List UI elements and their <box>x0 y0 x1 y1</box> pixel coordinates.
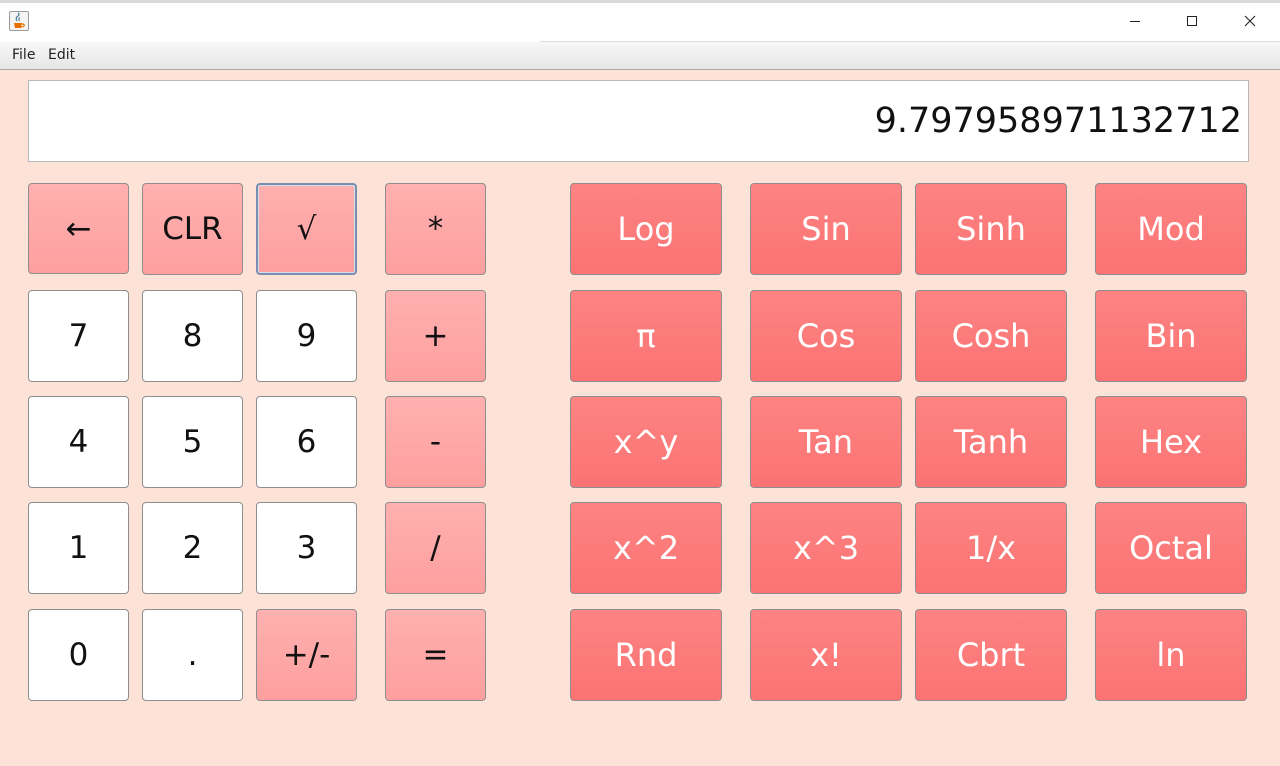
minimize-icon <box>1130 21 1140 22</box>
digit-1-button[interactable]: 1 <box>28 502 129 594</box>
digit-2-button[interactable]: 2 <box>142 502 243 594</box>
pi-button[interactable]: π <box>570 290 722 382</box>
negate-button[interactable]: +/- <box>256 609 357 701</box>
octal-button[interactable]: Octal <box>1095 502 1247 594</box>
hex-button[interactable]: Hex <box>1095 396 1247 488</box>
equals-button[interactable]: = <box>385 609 486 701</box>
sqrt-button[interactable]: √ <box>256 183 357 275</box>
log-button[interactable]: Log <box>570 183 722 275</box>
digit-4-button[interactable]: 4 <box>28 396 129 488</box>
mod-button[interactable]: Mod <box>1095 183 1247 275</box>
random-button[interactable]: Rnd <box>570 609 722 701</box>
maximize-button[interactable] <box>1163 0 1221 42</box>
backspace-button[interactable]: ← <box>28 183 129 274</box>
digit-9-button[interactable]: 9 <box>256 290 357 382</box>
minus-button[interactable]: - <box>385 396 486 488</box>
menu-bar: File Edit <box>0 42 1280 70</box>
digit-5-button[interactable]: 5 <box>142 396 243 488</box>
cube-root-button[interactable]: Cbrt <box>915 609 1067 701</box>
digit-3-button[interactable]: 3 <box>256 502 357 594</box>
cosh-button[interactable]: Cosh <box>915 290 1067 382</box>
menu-file[interactable]: File <box>12 47 35 63</box>
calculator-display[interactable]: 9.797958971132712 <box>28 80 1249 162</box>
menu-edit[interactable]: Edit <box>48 47 75 63</box>
cube-button[interactable]: x^3 <box>750 502 902 594</box>
power-button[interactable]: x^y <box>570 396 722 488</box>
plus-button[interactable]: + <box>385 290 486 382</box>
tanh-button[interactable]: Tanh <box>915 396 1067 488</box>
square-button[interactable]: x^2 <box>570 502 722 594</box>
digit-6-button[interactable]: 6 <box>256 396 357 488</box>
digit-8-button[interactable]: 8 <box>142 290 243 382</box>
sin-button[interactable]: Sin <box>750 183 902 275</box>
minimize-button[interactable] <box>1106 0 1164 42</box>
natural-log-button[interactable]: ln <box>1095 609 1247 701</box>
divide-button[interactable]: / <box>385 502 486 594</box>
maximize-icon <box>1187 16 1197 26</box>
multiply-button[interactable]: * <box>385 183 486 275</box>
clear-button[interactable]: CLR <box>142 183 243 275</box>
cos-button[interactable]: Cos <box>750 290 902 382</box>
java-cup-icon[interactable] <box>9 11 29 31</box>
digit-0-button[interactable]: 0 <box>28 609 129 701</box>
tan-button[interactable]: Tan <box>750 396 902 488</box>
decimal-point-button[interactable]: . <box>142 609 243 701</box>
digit-7-button[interactable]: 7 <box>28 290 129 382</box>
close-icon <box>1244 15 1256 27</box>
sinh-button[interactable]: Sinh <box>915 183 1067 275</box>
bin-button[interactable]: Bin <box>1095 290 1247 382</box>
reciprocal-button[interactable]: 1/x <box>915 502 1067 594</box>
close-button[interactable] <box>1221 0 1279 42</box>
factorial-button[interactable]: x! <box>750 609 902 701</box>
display-value: 9.797958971132712 <box>874 101 1242 141</box>
title-bar-top-edge <box>0 0 1280 3</box>
title-bar <box>0 0 1280 42</box>
